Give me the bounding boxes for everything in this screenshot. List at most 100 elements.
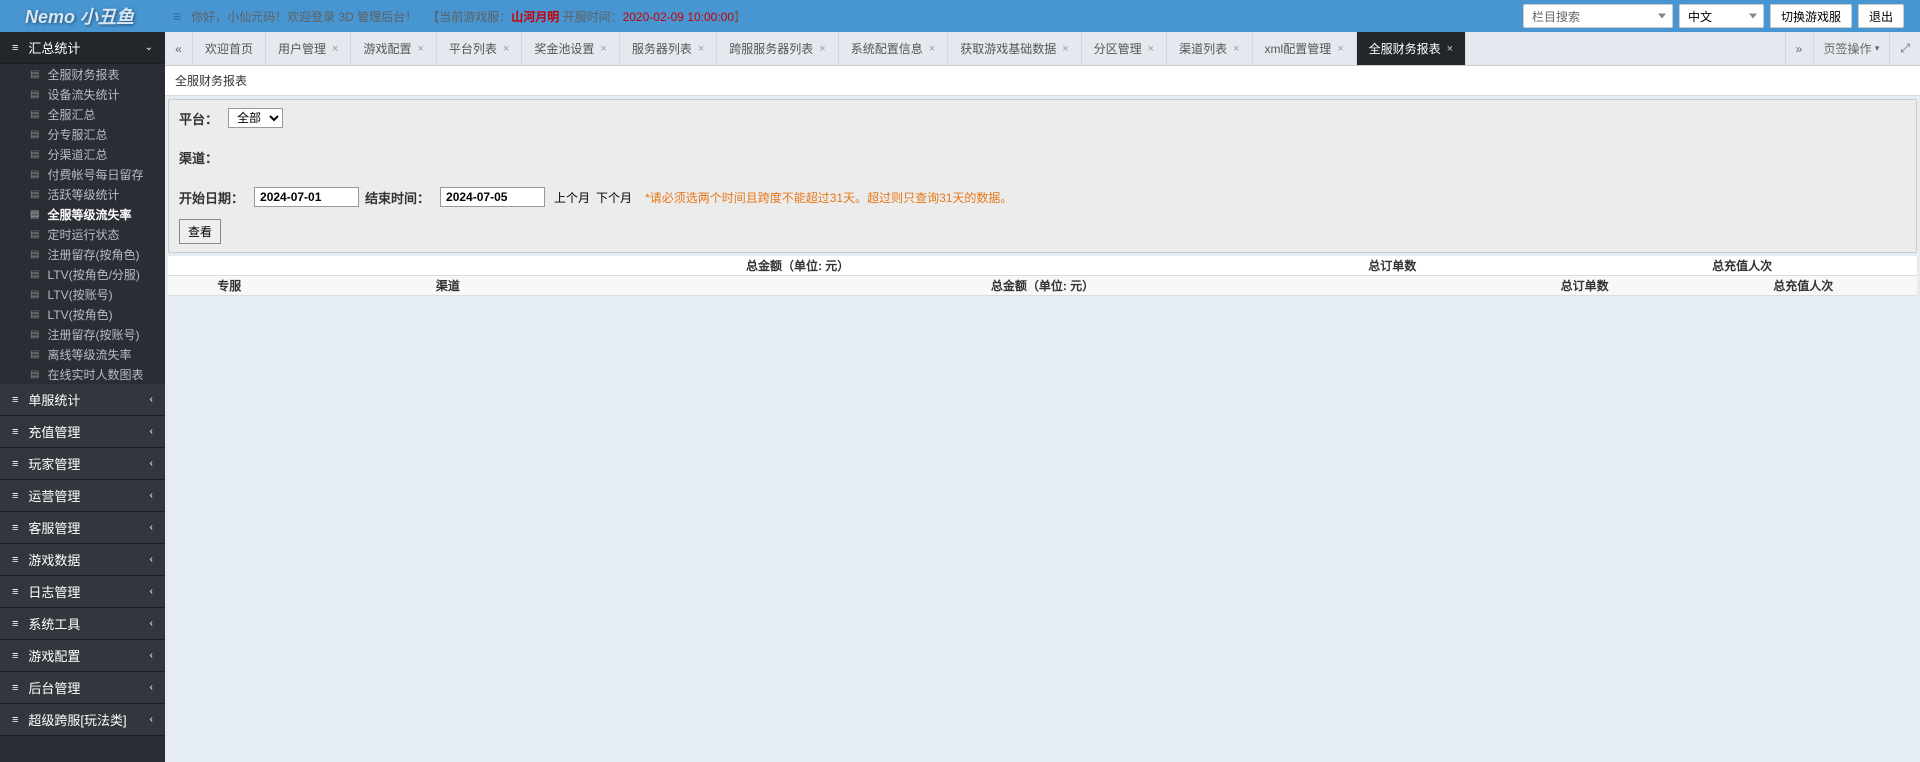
chevron-left-icon: ‹ bbox=[150, 714, 153, 725]
filter-panel: 平台： 全部 渠道： 开始日期： 结束时间： 上个月 下个月 *请必须选两个时间… bbox=[168, 99, 1917, 253]
close-icon[interactable]: × bbox=[332, 43, 338, 55]
chevron-left-icon: ‹ bbox=[150, 490, 153, 501]
tab[interactable]: 服务器列表× bbox=[620, 32, 717, 65]
prev-month-link[interactable]: 上个月 bbox=[554, 189, 590, 206]
start-date-input[interactable] bbox=[254, 187, 359, 207]
sidebar-item[interactable]: ▤LTV(按账号) bbox=[0, 284, 165, 304]
close-icon[interactable]: × bbox=[929, 43, 935, 55]
end-date-label: 结束时间： bbox=[365, 188, 430, 207]
language-select[interactable]: 中文 bbox=[1679, 4, 1764, 28]
sidebar-item[interactable]: ▤注册留存(按账号) bbox=[0, 324, 165, 344]
logout-button[interactable]: 退出 bbox=[1858, 4, 1904, 28]
tab[interactable]: 全服财务报表× bbox=[1357, 32, 1466, 65]
sidebar-item[interactable]: ▤在线实时人数图表 bbox=[0, 364, 165, 384]
main: « 欢迎首页用户管理×游戏配置×平台列表×奖金池设置×服务器列表×跨服服务器列表… bbox=[165, 32, 1920, 762]
tab[interactable]: 分区管理× bbox=[1082, 32, 1167, 65]
layout: ≡ 汇总统计 ⌄ ▤全服财务报表▤设备流失统计▤全服汇总▤分专服汇总▤分渠道汇总… bbox=[0, 32, 1920, 762]
sidebar-item[interactable]: ▤LTV(按角色) bbox=[0, 304, 165, 324]
sidebar-group[interactable]: ≡充值管理‹ bbox=[0, 416, 165, 448]
sidebar-item[interactable]: ▤全服汇总 bbox=[0, 104, 165, 124]
tab[interactable]: 奖金池设置× bbox=[522, 32, 619, 65]
book-icon: ▤ bbox=[30, 189, 39, 200]
sidebar-group[interactable]: ≡游戏数据‹ bbox=[0, 544, 165, 576]
sidebar-group[interactable]: ≡玩家管理‹ bbox=[0, 448, 165, 480]
bars-icon: ≡ bbox=[12, 682, 18, 694]
sidebar-item[interactable]: ▤付费帐号每日留存 bbox=[0, 164, 165, 184]
close-icon[interactable]: × bbox=[819, 43, 825, 55]
end-date-input[interactable] bbox=[440, 187, 545, 207]
sidebar-item[interactable]: ▤分专服汇总 bbox=[0, 124, 165, 144]
sidebar-item[interactable]: ▤分渠道汇总 bbox=[0, 144, 165, 164]
close-icon[interactable]: × bbox=[1148, 43, 1154, 55]
switch-server-button[interactable]: 切换游戏服 bbox=[1770, 4, 1852, 28]
book-icon: ▤ bbox=[30, 309, 39, 320]
sidebar-item[interactable]: ▤注册留存(按角色) bbox=[0, 244, 165, 264]
book-icon: ▤ bbox=[30, 269, 39, 280]
sidebar-group[interactable]: ≡系统工具‹ bbox=[0, 608, 165, 640]
column-search-select[interactable]: 栏目搜索 bbox=[1523, 4, 1673, 28]
chevron-left-icon: ‹ bbox=[150, 394, 153, 405]
logo: Nemo 小丑鱼 bbox=[0, 3, 165, 29]
sidebar-group[interactable]: ≡后台管理‹ bbox=[0, 672, 165, 704]
caret-down-icon bbox=[1749, 14, 1757, 19]
bars-icon: ≡ bbox=[12, 490, 18, 502]
sidebar-group[interactable]: ≡运营管理‹ bbox=[0, 480, 165, 512]
tab[interactable]: 渠道列表× bbox=[1167, 32, 1252, 65]
tab[interactable]: 欢迎首页 bbox=[193, 32, 266, 65]
close-icon[interactable]: × bbox=[417, 43, 423, 55]
sidebar-item[interactable]: ▤设备流失统计 bbox=[0, 84, 165, 104]
sidebar-item[interactable]: ▤活跃等级统计 bbox=[0, 184, 165, 204]
close-icon[interactable]: × bbox=[698, 43, 704, 55]
close-icon[interactable]: × bbox=[503, 43, 509, 55]
tab-operations-dropdown[interactable]: 页签操作 ▾ bbox=[1813, 32, 1890, 65]
close-icon[interactable]: × bbox=[1233, 43, 1239, 55]
close-icon[interactable]: × bbox=[1062, 43, 1068, 55]
close-icon[interactable]: × bbox=[1447, 43, 1453, 55]
tab[interactable]: 用户管理× bbox=[266, 32, 351, 65]
sidebar-group-summary[interactable]: ≡ 汇总统计 ⌄ bbox=[0, 32, 165, 64]
tab[interactable]: 跨服服务器列表× bbox=[717, 32, 838, 65]
next-month-link[interactable]: 下个月 bbox=[596, 189, 632, 206]
bars-icon: ≡ bbox=[12, 394, 18, 406]
bars-icon: ≡ bbox=[12, 426, 18, 438]
sidebar-group[interactable]: ≡单服统计‹ bbox=[0, 384, 165, 416]
close-icon[interactable]: × bbox=[1337, 43, 1343, 55]
header-inner: ≡ 你好，小仙元码！欢迎登录 3D 管理后台！ 【当前游戏服：山河月明 开服时间… bbox=[165, 4, 1920, 28]
book-icon: ▤ bbox=[30, 229, 39, 240]
tab[interactable]: 游戏配置× bbox=[351, 32, 436, 65]
channel-label: 渠道： bbox=[179, 148, 218, 167]
tab-fullscreen-button[interactable]: ⤢ bbox=[1889, 32, 1920, 65]
sidebar-item[interactable]: ▤离线等级流失率 bbox=[0, 344, 165, 364]
tab[interactable]: xml配置管理× bbox=[1253, 32, 1357, 65]
tabs-scroll-right[interactable]: » bbox=[1785, 32, 1813, 65]
bars-icon: ≡ bbox=[12, 554, 18, 566]
sidebar-group[interactable]: ≡客服管理‹ bbox=[0, 512, 165, 544]
tabs-bar: « 欢迎首页用户管理×游戏配置×平台列表×奖金池设置×服务器列表×跨服服务器列表… bbox=[165, 32, 1920, 66]
book-icon: ▤ bbox=[30, 289, 39, 300]
tab[interactable]: 获取游戏基础数据× bbox=[948, 32, 1081, 65]
bars-icon: ≡ bbox=[12, 714, 18, 726]
sidebar-group[interactable]: ≡日志管理‹ bbox=[0, 576, 165, 608]
sidebar-item[interactable]: ▤定时运行状态 bbox=[0, 224, 165, 244]
bars-icon: ≡ bbox=[12, 618, 18, 630]
book-icon: ▤ bbox=[30, 69, 39, 80]
sidebar-item[interactable]: ▤LTV(按角色/分服) bbox=[0, 264, 165, 284]
sidebar-group[interactable]: ≡超级跨服[玩法类]‹ bbox=[0, 704, 165, 736]
tabs-scroll-left[interactable]: « bbox=[165, 32, 193, 65]
tab[interactable]: 平台列表× bbox=[437, 32, 522, 65]
book-icon: ▤ bbox=[30, 329, 39, 340]
tab[interactable]: 系统配置信息× bbox=[839, 32, 948, 65]
chevron-left-icon: ‹ bbox=[150, 650, 153, 661]
close-icon[interactable]: × bbox=[600, 43, 606, 55]
sidebar-item[interactable]: ▤全服等级流失率 bbox=[0, 204, 165, 224]
platform-select[interactable]: 全部 bbox=[228, 108, 283, 128]
query-button[interactable]: 查看 bbox=[179, 219, 221, 244]
menu-toggle-icon[interactable]: ≡ bbox=[173, 8, 181, 24]
page-title: 全服财务报表 bbox=[165, 66, 1920, 96]
platform-label: 平台： bbox=[179, 109, 218, 128]
sidebar-group[interactable]: ≡游戏配置‹ bbox=[0, 640, 165, 672]
chevron-left-icon: ‹ bbox=[150, 522, 153, 533]
header-right: 栏目搜索 中文 切换游戏服 退出 bbox=[1523, 4, 1912, 28]
sidebar-item[interactable]: ▤全服财务报表 bbox=[0, 64, 165, 84]
bars-icon: ≡ bbox=[12, 586, 18, 598]
